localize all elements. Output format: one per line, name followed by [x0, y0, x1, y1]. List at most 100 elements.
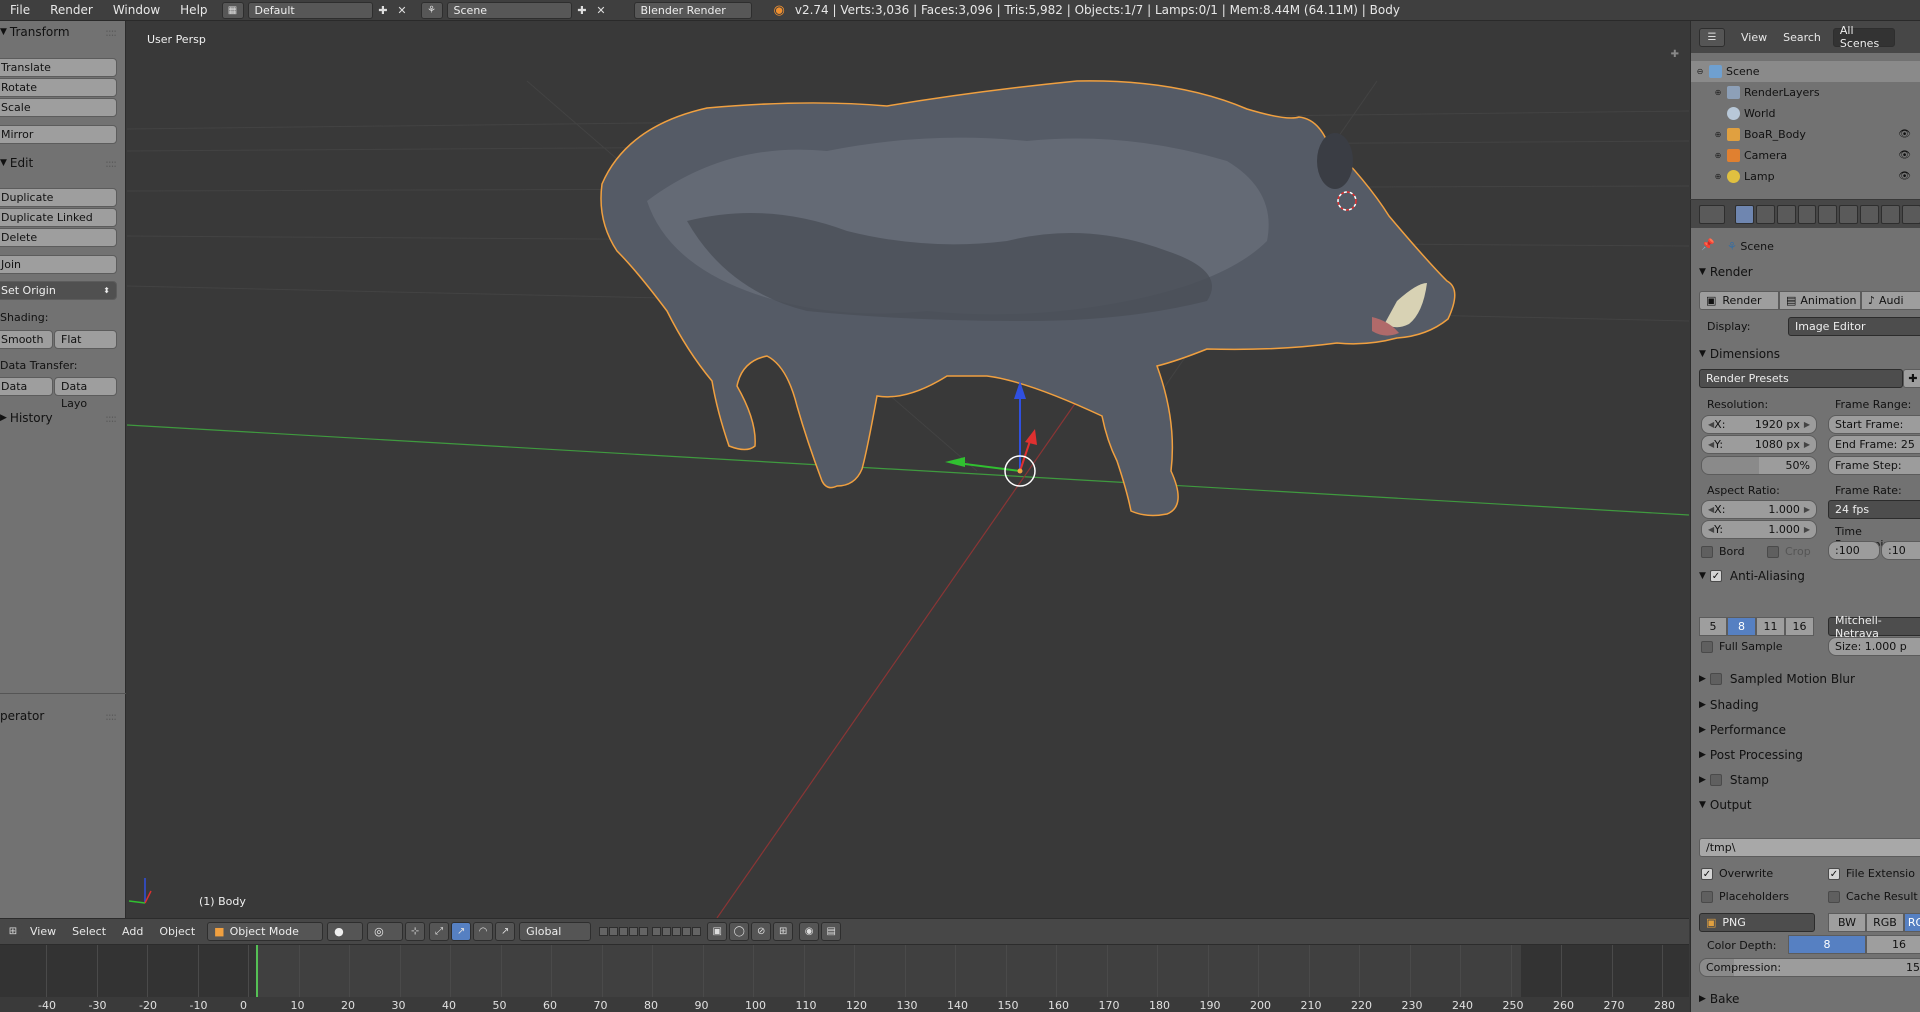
aa-samples-11[interactable]: 11 [1756, 617, 1785, 636]
drag-handle-icon[interactable]: :::: [105, 26, 117, 39]
expand-icon[interactable]: ⊖ [1695, 67, 1705, 76]
timeline-ruler[interactable] [0, 997, 1689, 1012]
animation-button[interactable]: ▤ Animation [1779, 291, 1861, 310]
sampled-motion-blur-panel-header[interactable]: ▶ Sampled Motion Blur [1691, 667, 1920, 691]
render-layers-tab-icon[interactable] [1755, 204, 1775, 224]
render-presets-dropdown[interactable]: Render Presets [1699, 369, 1903, 388]
aspect-x-field[interactable]: ◀ X: 1.000 ▶ [1701, 500, 1817, 519]
render-panel-header[interactable]: ▼ Render [1691, 260, 1920, 284]
render-opengl-icon[interactable]: ◉ [799, 922, 820, 941]
shading-panel-header[interactable]: ▶ Shading [1691, 693, 1920, 717]
scene-icon[interactable]: ⚘ [420, 1, 443, 19]
outliner-item-renderlayers[interactable]: ⊕ RenderLayers [1691, 82, 1920, 103]
lock-layers-icon[interactable]: ▣ [707, 922, 728, 941]
color-mode-rgb[interactable]: RGB [1866, 913, 1904, 932]
color-mode-rgba[interactable]: RG [1904, 913, 1920, 932]
current-frame-indicator[interactable] [256, 945, 258, 997]
drag-handle-icon[interactable]: :::: [105, 157, 117, 170]
duplicate-linked-button[interactable]: Duplicate Linked [0, 208, 117, 227]
resolution-percentage-slider[interactable]: 50% [1701, 456, 1817, 475]
editor-type-icon[interactable]: ⊞ [4, 922, 22, 941]
render-tab-icon[interactable] [1734, 204, 1754, 224]
join-button[interactable]: Join [0, 255, 117, 274]
aspect-y-field[interactable]: ◀ Y: 1.000 ▶ [1701, 520, 1817, 539]
add-layout-icon[interactable]: ✚ [375, 2, 392, 19]
color-depth-8[interactable]: 8 [1788, 935, 1866, 954]
mode-selector[interactable]: ■ Object Mode [207, 922, 324, 941]
render-animation-icon[interactable]: ▤ [821, 922, 842, 941]
anti-aliasing-checkbox[interactable]: ✓ [1709, 570, 1728, 582]
frame-rate-dropdown[interactable]: 24 fps [1828, 500, 1920, 519]
outliner-item-boar-body[interactable]: ⊕ BoaR_Body 👁 [1691, 124, 1920, 145]
region-toggle-icon[interactable]: ✚ [1671, 49, 1679, 60]
menu-add[interactable]: Add [114, 925, 151, 938]
outliner-editor-icon[interactable]: ☰ [1699, 27, 1725, 47]
world-tab-icon[interactable] [1797, 204, 1817, 224]
snap-toggle-icon[interactable]: ⊘ [751, 922, 772, 941]
output-panel-header[interactable]: ▼ Output [1691, 793, 1920, 817]
pivot-point-selector[interactable]: ◎ [367, 922, 404, 941]
menu-select[interactable]: Select [64, 925, 114, 938]
proportional-edit-icon[interactable]: ◯ [729, 922, 750, 941]
output-path-field[interactable]: /tmp\ [1699, 838, 1920, 857]
manipulator-toggle-icon[interactable]: ⊹ [405, 922, 426, 941]
color-depth-selector[interactable]: 8 16 [1788, 935, 1920, 954]
color-mode-bw[interactable]: BW [1828, 913, 1866, 932]
screen-layout-icon[interactable]: ▦ [221, 1, 244, 19]
outliner-item-world[interactable]: World [1691, 103, 1920, 124]
edit-panel-header[interactable]: ▼ Edit:::: [0, 152, 126, 174]
remove-layout-icon[interactable]: ✕ [394, 2, 411, 19]
modifiers-tab-icon[interactable] [1860, 204, 1880, 224]
menu-render[interactable]: Render [40, 0, 103, 21]
file-extensions-checkbox[interactable]: ✓ File Extensio [1828, 867, 1915, 880]
menu-window[interactable]: Window [103, 0, 170, 21]
overwrite-checkbox[interactable]: ✓ Overwrite [1701, 867, 1773, 880]
stamp-panel-header[interactable]: ▶ Stamp [1691, 768, 1920, 792]
time-remap-new-field[interactable]: :10 [1881, 541, 1920, 560]
color-mode-selector[interactable]: BW RGB RG [1828, 913, 1920, 932]
file-format-dropdown[interactable]: ▣ PNG [1699, 913, 1815, 932]
timeline-editor[interactable]: -40 -30 -20 -10 0 10 20 30 40 50 60 70 80 90 100 110 120… [0, 944, 1689, 1012]
scale-button[interactable]: Scale [0, 98, 117, 117]
menu-file[interactable]: File [0, 0, 40, 21]
set-origin-dropdown[interactable]: Set Origin ⬍ [0, 281, 117, 300]
layer-buttons-b[interactable] [652, 927, 702, 936]
visibility-eye-icon[interactable]: 👁 [1898, 150, 1911, 161]
expand-icon[interactable]: ⊕ [1713, 151, 1723, 160]
scale-manipulator-icon[interactable]: ◠ [473, 922, 494, 941]
transform-orientation-selector[interactable]: Global [519, 922, 592, 941]
render-button[interactable]: ▣ Render [1699, 291, 1779, 310]
menu-object[interactable]: Object [151, 925, 203, 938]
dimensions-panel-header[interactable]: ▼ Dimensions [1691, 342, 1920, 366]
frame-step-field[interactable]: Frame Step: [1828, 456, 1920, 475]
full-sample-checkbox[interactable]: Full Sample [1701, 640, 1783, 653]
expand-icon[interactable]: ⊕ [1713, 130, 1723, 139]
viewport-shading-selector[interactable]: ● [327, 922, 364, 941]
outliner-search-menu[interactable]: Search [1775, 31, 1829, 44]
audio-button[interactable]: ♪ Audi [1861, 291, 1920, 310]
color-depth-16[interactable]: 16 [1866, 935, 1920, 954]
data-layout-button[interactable]: Data Layo [54, 377, 117, 410]
cache-result-checkbox[interactable]: Cache Result [1828, 890, 1918, 903]
smooth-shading-button[interactable]: Smooth [0, 330, 53, 349]
aa-filter-dropdown[interactable]: Mitchell-Netrava [1828, 614, 1920, 640]
history-panel-header[interactable]: ▶ History:::: [0, 407, 126, 429]
increment-icon[interactable]: ▶ [1804, 525, 1810, 534]
increment-icon[interactable]: ▶ [1804, 505, 1810, 514]
transform-panel-header[interactable]: ▼ Transform:::: [0, 21, 126, 43]
pin-icon[interactable]: 📌 [1701, 238, 1715, 251]
object-tab-icon[interactable] [1818, 204, 1838, 224]
increment-icon[interactable]: ▶ [1804, 440, 1810, 449]
post-processing-panel-header[interactable]: ▶ Post Processing [1691, 743, 1920, 767]
render-engine-selector[interactable]: Blender Render [633, 1, 752, 19]
stamp-checkbox[interactable] [1709, 774, 1728, 786]
start-frame-field[interactable]: Start Frame: [1828, 415, 1920, 434]
visibility-eye-icon[interactable]: 👁 [1898, 171, 1911, 182]
anti-aliasing-panel-header[interactable]: ▼ ✓ Anti-Aliasing [1691, 564, 1920, 588]
flat-shading-button[interactable]: Flat [54, 330, 117, 349]
translate-manipulator-icon[interactable]: ⤢ [429, 922, 450, 941]
constraints-tab-icon[interactable] [1839, 204, 1859, 224]
menu-help[interactable]: Help [170, 0, 217, 21]
bake-panel-header[interactable]: ▶ Bake [1691, 987, 1920, 1011]
outliner-item-lamp[interactable]: ⊕ Lamp 👁 [1691, 166, 1920, 187]
